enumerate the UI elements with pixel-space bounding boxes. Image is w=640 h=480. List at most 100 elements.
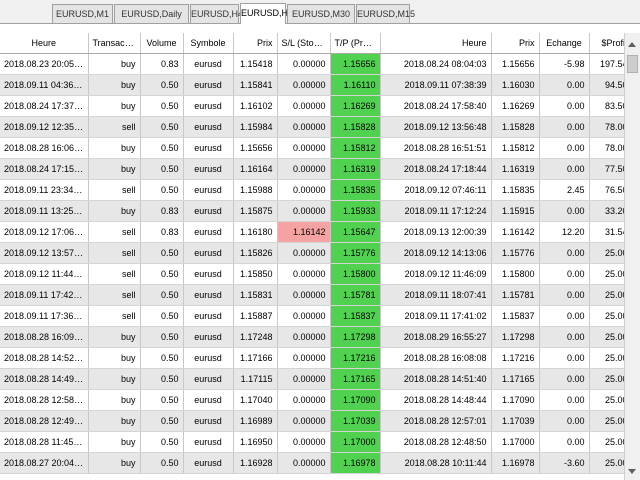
table-row[interactable]: 2018.08.27 20:04:03 buy 0.50 eurusd 1.16928 0… [0,452,632,474]
column-header-take-profit[interactable]: T/P (Prendre... [330,33,381,54]
cell-take-profit: 1.15656 [330,53,381,75]
cell-volume: 0.50 [140,410,184,432]
cell-take-profit: 1.15835 [330,179,381,201]
tab-eurusd-h4[interactable]: EURUSD,H4 [190,4,243,23]
tab-eurusd-m30[interactable]: EURUSD,M30 [287,4,355,23]
table-row[interactable]: 2018.09.12 11:44:01 sell 0.50 eurusd 1.15850… [0,263,632,285]
cell-symbol: eurusd [183,389,234,411]
cell-stop-loss: 0.00000 [277,74,331,96]
cell-time-close: 2018.09.11 17:12:24 [380,200,492,222]
cell-volume: 0.50 [140,431,184,453]
cell-time-open: 2018.08.28 14:52:00 [0,347,89,369]
cell-transaction: buy [88,347,141,369]
cell-volume: 0.83 [140,53,184,75]
table-row[interactable]: 2018.09.11 23:34:02 sell 0.50 eurusd 1.15988… [0,179,632,201]
column-header-time-open[interactable]: Heure [0,33,89,54]
table-row[interactable]: 2018.08.24 17:15:01 buy 0.50 eurusd 1.16164 0… [0,158,632,180]
table-row[interactable]: 2018.09.11 17:42:00 sell 0.50 eurusd 1.15831… [0,284,632,306]
cell-price-close: 1.16030 [491,74,540,96]
tab-eurusd-m1[interactable]: EURUSD,M1 [52,4,113,23]
cell-volume: 0.83 [140,221,184,243]
table-row[interactable]: 2018.08.24 17:37:01 buy 0.50 eurusd 1.16102 0… [0,95,632,117]
column-header-volume[interactable]: Volume [140,33,184,54]
cell-price-close: 1.16142 [491,221,540,243]
table-row[interactable]: 2018.09.12 17:06:00 sell 0.83 eurusd 1.16180… [0,221,632,243]
cell-symbol: eurusd [183,221,234,243]
column-header-stop-loss[interactable]: S/L (Stop/Per... [277,33,331,54]
column-header-symbol[interactable]: Symbole [183,33,234,54]
column-header-swap[interactable]: Echange [539,33,590,54]
cell-price-open: 1.16164 [233,158,278,180]
cell-swap: 0.00 [539,326,590,348]
cell-price-close: 1.17216 [491,347,540,369]
table-row[interactable]: 2018.09.11 17:36:01 sell 0.50 eurusd 1.15887… [0,305,632,327]
table-row[interactable]: 2018.08.28 11:45:37 buy 0.50 eurusd 1.16950 0… [0,431,632,453]
cell-stop-loss: 0.00000 [277,368,331,390]
cell-stop-loss: 0.00000 [277,389,331,411]
column-header-time-close[interactable]: Heure [380,33,492,54]
cell-time-open: 2018.09.11 04:36:35 [0,74,89,96]
table-row[interactable]: 2018.09.11 04:36:35 buy 0.50 eurusd 1.15841 0… [0,74,632,96]
cell-price-close: 1.16978 [491,452,540,474]
cell-swap: 0.00 [539,431,590,453]
cell-time-close: 2018.08.28 12:57:01 [380,410,492,432]
table-row[interactable]: 2018.09.12 12:35:01 sell 0.50 eurusd 1.15984… [0,116,632,138]
cell-price-open: 1.15887 [233,305,278,327]
cell-transaction: sell [88,263,141,285]
cell-transaction: buy [88,95,141,117]
cell-transaction: buy [88,410,141,432]
cell-time-close: 2018.09.12 11:46:09 [380,263,492,285]
table-row[interactable]: 2018.09.11 13:25:01 buy 0.83 eurusd 1.15875 0… [0,200,632,222]
table-row[interactable]: 2018.08.28 16:06:00 buy 0.50 eurusd 1.15656 0… [0,137,632,159]
cell-price-close: 1.15837 [491,305,540,327]
table-row[interactable]: 2018.08.28 12:49:00 buy 0.50 eurusd 1.16989 0… [0,410,632,432]
column-header-transaction[interactable]: Transaction [88,33,141,54]
cell-time-open: 2018.09.11 23:34:02 [0,179,89,201]
trade-history-table: Heure Transaction Volume Symbole Prix S/L (St… [0,33,632,474]
cell-take-profit: 1.15781 [330,284,381,306]
cell-price-close: 1.15812 [491,137,540,159]
cell-time-open: 2018.08.28 11:45:37 [0,431,89,453]
cell-swap: 0.00 [539,74,590,96]
scroll-down-arrow-icon[interactable] [628,469,636,474]
table-row[interactable]: 2018.08.28 12:58:02 buy 0.50 eurusd 1.17040 0… [0,389,632,411]
tab-eurusd-h1[interactable]: EURUSD,H1 [240,3,293,24]
cell-time-close: 2018.08.24 08:04:03 [380,53,492,75]
cell-price-open: 1.15875 [233,200,278,222]
cell-symbol: eurusd [183,200,234,222]
cell-swap: 0.00 [539,95,590,117]
cell-time-close: 2018.08.24 17:18:44 [380,158,492,180]
cell-price-open: 1.16102 [233,95,278,117]
cell-time-close: 2018.08.24 17:58:40 [380,95,492,117]
cell-volume: 0.50 [140,158,184,180]
column-header-price-close[interactable]: Prix [491,33,540,54]
cell-stop-loss: 0.00000 [277,410,331,432]
vertical-scrollbar[interactable] [624,33,640,480]
table-row[interactable]: 2018.08.28 14:52:00 buy 0.50 eurusd 1.17166 0… [0,347,632,369]
cell-symbol: eurusd [183,431,234,453]
tab-eurusd-m15[interactable]: EURUSD,M15 [356,4,415,23]
table-row[interactable]: 2018.08.28 14:49:00 buy 0.50 eurusd 1.17115 0… [0,368,632,390]
scroll-thumb[interactable] [627,55,638,73]
cell-stop-loss: 0.00000 [277,431,331,453]
cell-time-open: 2018.09.11 17:36:01 [0,305,89,327]
table-row[interactable]: 2018.08.28 16:09:00 buy 0.50 eurusd 1.17248 0… [0,326,632,348]
cell-price-close: 1.17298 [491,326,540,348]
column-header-price-open[interactable]: Prix [233,33,278,54]
cell-price-open: 1.15841 [233,74,278,96]
table-row[interactable]: 2018.08.23 20:05:02 buy 0.83 eurusd 1.15418 0… [0,53,632,75]
cell-symbol: eurusd [183,179,234,201]
cell-price-open: 1.16180 [233,221,278,243]
scroll-up-arrow-icon[interactable] [628,42,636,47]
cell-transaction: sell [88,116,141,138]
tab-eurusd-daily[interactable]: EURUSD,Daily [114,4,189,23]
cell-price-open: 1.15826 [233,242,278,264]
table-row[interactable]: 2018.09.12 13:57:01 sell 0.50 eurusd 1.15826… [0,242,632,264]
cell-transaction: buy [88,431,141,453]
cell-take-profit: 1.15933 [330,200,381,222]
cell-transaction: buy [88,137,141,159]
cell-take-profit: 1.17000 [330,431,381,453]
cell-transaction: sell [88,179,141,201]
cell-time-open: 2018.08.27 20:04:03 [0,452,89,474]
cell-time-open: 2018.09.12 13:57:01 [0,242,89,264]
